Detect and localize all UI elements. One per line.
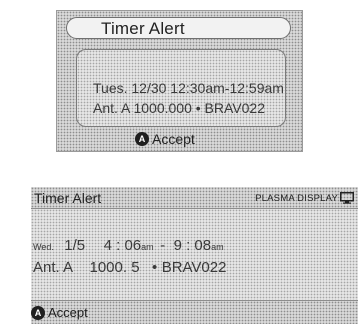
accept-label: Accept	[152, 131, 195, 147]
dialog-header: Timer Alert PLASMA DISPLAY	[31, 187, 358, 209]
monitor-icon	[340, 192, 354, 204]
timer-details-panel: Wed. 1/5 4 : 06am - 9 : 08am Ant. A 1000…	[31, 209, 358, 300]
timer-alert-dialog-2: Timer Alert PLASMA DISPLAY Wed. 1/5 4 : …	[31, 187, 358, 324]
time-separator: -	[160, 237, 166, 254]
display-indicator: PLASMA DISPLAY	[255, 192, 354, 204]
dialog-footer: A Accept	[31, 300, 358, 324]
a-button-icon: A	[31, 305, 45, 320]
dialog-title: Timer Alert	[34, 190, 102, 206]
timer-start-suffix: am	[141, 242, 154, 252]
timer-details-panel: Tues. 12/30 12:30am-12:59am Ant. A 1000.…	[76, 49, 286, 127]
antenna: Ant. A	[33, 259, 74, 276]
a-button-icon: A	[135, 132, 149, 146]
station-name: BRAV022	[161, 259, 227, 276]
timer-schedule: Wed. 1/5 4 : 06am - 9 : 08am	[33, 237, 224, 255]
timer-schedule: Tues. 12/30 12:30am-12:59am	[93, 80, 284, 96]
timer-day: Wed.	[33, 242, 54, 252]
timer-date: 1/5	[64, 237, 86, 254]
bullet: •	[151, 259, 158, 276]
timer-alert-dialog-1: Timer Alert Tues. 12/30 12:30am-12:59am …	[56, 10, 303, 152]
timer-end-suffix: am	[211, 242, 224, 252]
timer-end-time: 9 : 08	[173, 237, 212, 254]
accept-button[interactable]: A Accept	[135, 131, 195, 147]
display-label: PLASMA DISPLAY	[255, 192, 338, 204]
dialog-title: Timer Alert	[101, 19, 185, 38]
accept-label: Accept	[48, 305, 88, 320]
timer-channel: Ant. A 1000. 5 • BRAV022	[33, 259, 226, 277]
accept-button[interactable]: A Accept	[31, 305, 88, 320]
channel-number: 1000. 5	[89, 259, 140, 276]
dialog-title-bar: Timer Alert	[66, 17, 291, 39]
timer-channel: Ant. A 1000.000 • BRAV022	[93, 100, 265, 116]
timer-start-time: 4 : 06	[103, 237, 142, 254]
